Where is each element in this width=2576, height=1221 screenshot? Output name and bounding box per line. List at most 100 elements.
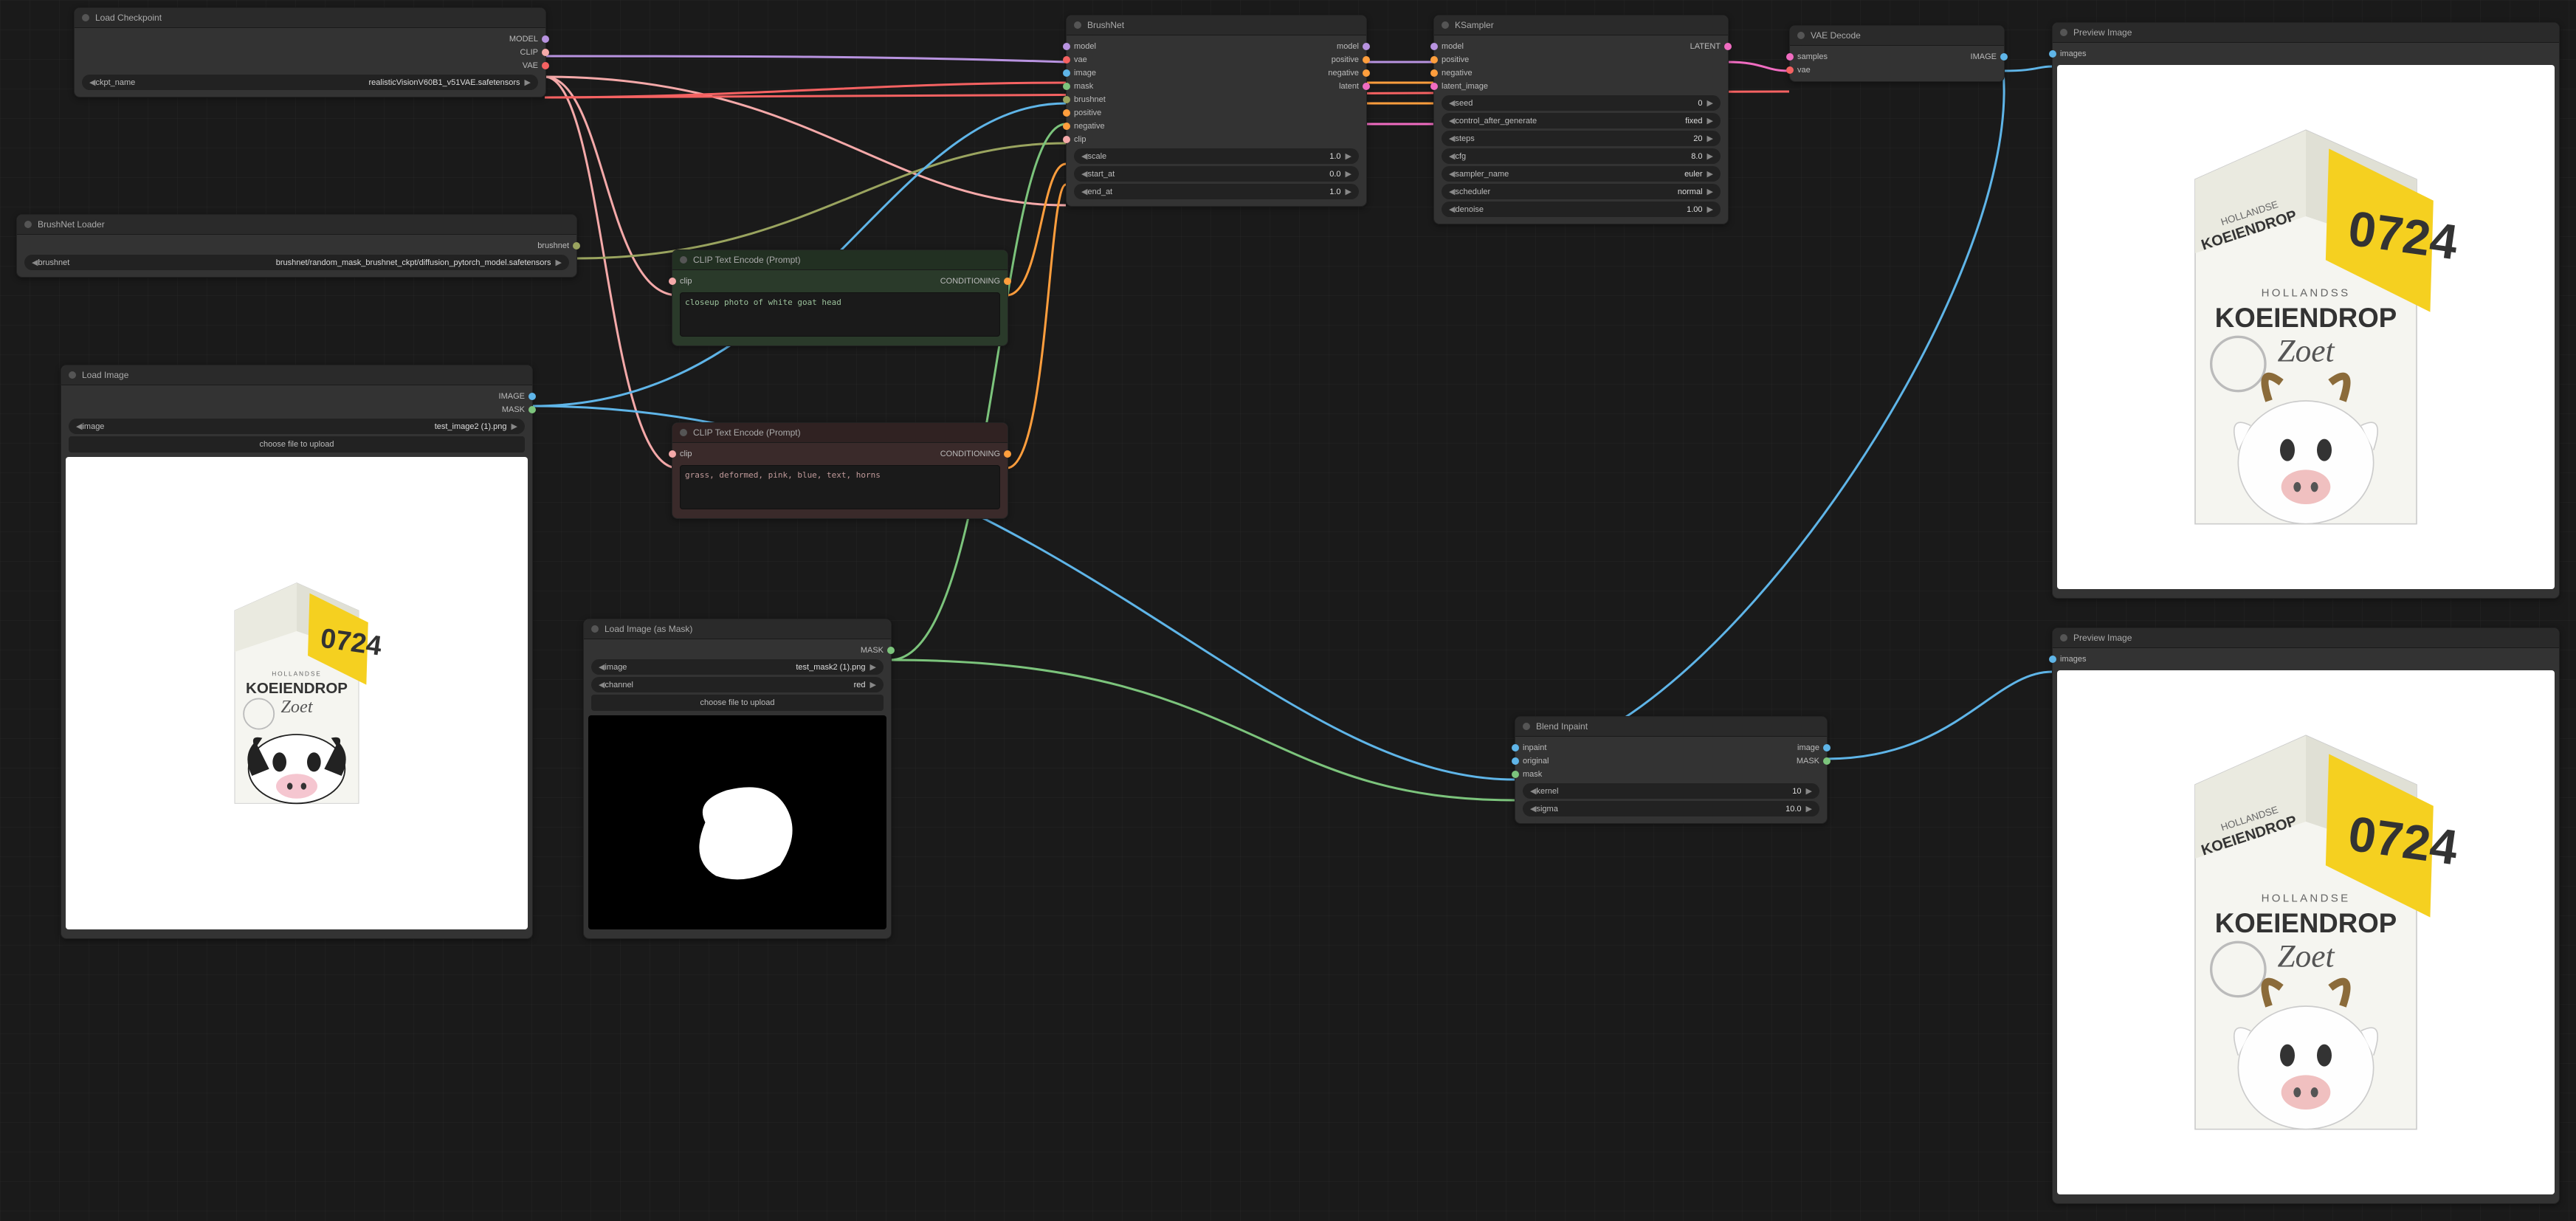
node-clip-text-encode-positive[interactable]: CLIP Text Encode (Prompt) clip CONDITION…	[672, 250, 1008, 346]
node-ksampler[interactable]: KSampler modelLATENT positive negative l…	[1433, 15, 1729, 224]
port-image-out[interactable]	[2000, 53, 2008, 61]
arrow-right-icon[interactable]: ▶	[1346, 187, 1351, 196]
arrow-right-icon[interactable]: ▶	[1707, 151, 1713, 161]
arrow-left-icon[interactable]: ◀	[1081, 169, 1087, 179]
port-mask[interactable]	[528, 406, 536, 413]
arrow-left-icon[interactable]: ◀	[599, 662, 605, 672]
arrow-left-icon[interactable]: ◀	[1449, 98, 1455, 108]
port-vae-in[interactable]	[1063, 56, 1070, 63]
port-clip[interactable]	[669, 278, 676, 285]
port-original-in[interactable]	[1512, 757, 1519, 765]
node-vae-decode[interactable]: VAE Decode samplesIMAGE vae	[1789, 25, 2005, 82]
port-model[interactable]	[542, 35, 549, 43]
port-positive-out[interactable]	[1363, 56, 1370, 63]
widget-control-after-generate[interactable]: ◀control_after_generatefixed▶	[1442, 113, 1721, 128]
arrow-right-icon[interactable]: ▶	[1346, 151, 1351, 161]
arrow-right-icon[interactable]: ▶	[870, 662, 876, 672]
node-blend-inpaint[interactable]: Blend Inpaint inpaintimage originalMASK …	[1515, 716, 1828, 824]
arrow-right-icon[interactable]: ▶	[1707, 134, 1713, 143]
port-images-in[interactable]	[2049, 656, 2056, 663]
port-vae[interactable]	[542, 62, 549, 69]
choose-file-button[interactable]: choose file to upload	[69, 436, 525, 453]
collapse-icon[interactable]	[82, 14, 89, 21]
collapse-icon[interactable]	[680, 429, 687, 436]
arrow-left-icon[interactable]: ◀	[76, 422, 82, 431]
widget-channel[interactable]: ◀channelred▶	[591, 677, 884, 692]
port-clip[interactable]	[542, 49, 549, 56]
port-negative-in[interactable]	[1430, 69, 1438, 77]
node-preview-image-1[interactable]: Preview Image images HOLLANDSE KOEIENDRO…	[2052, 22, 2560, 599]
arrow-right-icon[interactable]: ▶	[512, 422, 517, 431]
widget-kernel[interactable]: ◀kernel10▶	[1523, 783, 1819, 799]
port-samples-in[interactable]	[1786, 53, 1794, 61]
widget-steps[interactable]: ◀steps20▶	[1442, 131, 1721, 146]
node-brushnet[interactable]: BrushNet modelmodel vaepositive imageneg…	[1066, 15, 1367, 207]
widget-sigma[interactable]: ◀sigma10.0▶	[1523, 801, 1819, 816]
port-latent-out[interactable]	[1724, 43, 1732, 50]
collapse-icon[interactable]	[69, 371, 76, 379]
widget-sampler-name[interactable]: ◀sampler_nameeuler▶	[1442, 166, 1721, 182]
port-conditioning[interactable]	[1004, 278, 1011, 285]
arrow-right-icon[interactable]: ▶	[1707, 116, 1713, 125]
port-model-in[interactable]	[1430, 43, 1438, 50]
port-clip-in[interactable]	[1063, 136, 1070, 143]
arrow-left-icon[interactable]: ◀	[1449, 169, 1455, 179]
arrow-right-icon[interactable]: ▶	[1806, 786, 1812, 796]
widget-start-at[interactable]: ◀start_at0.0▶	[1074, 166, 1359, 182]
prompt-textarea[interactable]: grass, deformed, pink, blue, text, horns	[680, 465, 1000, 509]
port-negative-out[interactable]	[1363, 69, 1370, 77]
port-brushnet[interactable]	[573, 242, 580, 250]
port-clip[interactable]	[669, 450, 676, 458]
port-mask[interactable]	[887, 647, 895, 654]
port-images-in[interactable]	[2049, 50, 2056, 58]
arrow-left-icon[interactable]: ◀	[1449, 134, 1455, 143]
widget-cfg[interactable]: ◀cfg8.0▶	[1442, 148, 1721, 164]
arrow-right-icon[interactable]: ▶	[525, 78, 531, 87]
port-image[interactable]	[528, 393, 536, 400]
prompt-textarea[interactable]: closeup photo of white goat head	[680, 292, 1000, 337]
port-positive-in[interactable]	[1063, 109, 1070, 117]
arrow-left-icon[interactable]: ◀	[1530, 786, 1536, 796]
port-vae-in[interactable]	[1786, 66, 1794, 74]
widget-brushnet-path[interactable]: ◀brushnetbrushnet/random_mask_brushnet_c…	[24, 255, 569, 270]
collapse-icon[interactable]	[1442, 21, 1449, 29]
port-brushnet-in[interactable]	[1063, 96, 1070, 103]
port-mask-out[interactable]	[1823, 757, 1831, 765]
arrow-left-icon[interactable]: ◀	[1530, 804, 1536, 814]
node-load-image[interactable]: Load Image IMAGE MASK ◀imagetest_image2 …	[61, 365, 533, 939]
port-model-out[interactable]	[1363, 43, 1370, 50]
arrow-right-icon[interactable]: ▶	[870, 680, 876, 689]
arrow-left-icon[interactable]: ◀	[32, 258, 38, 267]
port-model-in[interactable]	[1063, 43, 1070, 50]
arrow-left-icon[interactable]: ◀	[89, 78, 95, 87]
port-positive-in[interactable]	[1430, 56, 1438, 63]
port-negative-in[interactable]	[1063, 123, 1070, 130]
collapse-icon[interactable]	[1523, 723, 1530, 730]
arrow-right-icon[interactable]: ▶	[1346, 169, 1351, 179]
widget-scale[interactable]: ◀scale1.0▶	[1074, 148, 1359, 164]
node-preview-image-2[interactable]: Preview Image images HOLLANDSE KOEIENDRO…	[2052, 627, 2560, 1204]
arrow-right-icon[interactable]: ▶	[556, 258, 562, 267]
arrow-left-icon[interactable]: ◀	[1081, 187, 1087, 196]
arrow-left-icon[interactable]: ◀	[1449, 151, 1455, 161]
widget-scheduler[interactable]: ◀schedulernormal▶	[1442, 184, 1721, 199]
port-latent-out[interactable]	[1363, 83, 1370, 90]
node-clip-text-encode-negative[interactable]: CLIP Text Encode (Prompt) clip CONDITION…	[672, 422, 1008, 519]
port-mask-in[interactable]	[1063, 83, 1070, 90]
collapse-icon[interactable]	[24, 221, 32, 228]
collapse-icon[interactable]	[2060, 29, 2067, 36]
arrow-left-icon[interactable]: ◀	[1449, 187, 1455, 196]
arrow-right-icon[interactable]: ▶	[1707, 204, 1713, 214]
collapse-icon[interactable]	[591, 625, 599, 633]
node-load-image-as-mask[interactable]: Load Image (as Mask) MASK ◀imagetest_mas…	[583, 619, 892, 939]
node-brushnet-loader[interactable]: BrushNet Loader brushnet ◀brushnetbrushn…	[16, 214, 577, 278]
widget-image-path[interactable]: ◀imagetest_image2 (1).png▶	[69, 419, 525, 434]
collapse-icon[interactable]	[1797, 32, 1805, 39]
widget-denoise[interactable]: ◀denoise1.00▶	[1442, 202, 1721, 217]
collapse-icon[interactable]	[2060, 634, 2067, 642]
port-mask-in[interactable]	[1512, 771, 1519, 778]
widget-end-at[interactable]: ◀end_at1.0▶	[1074, 184, 1359, 199]
widget-ckpt-name[interactable]: ◀ckpt_namerealisticVisionV60B1_v51VAE.sa…	[82, 75, 538, 90]
port-inpaint-in[interactable]	[1512, 744, 1519, 751]
widget-seed[interactable]: ◀seed0▶	[1442, 95, 1721, 111]
